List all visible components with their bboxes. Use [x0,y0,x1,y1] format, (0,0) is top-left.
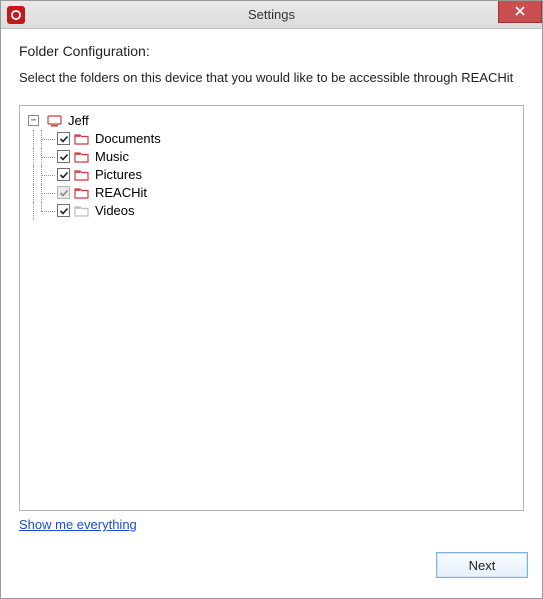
folder-icon [74,133,89,145]
tree-item-label: Music [95,149,129,164]
close-icon [515,6,525,16]
tree-item[interactable]: Pictures [24,166,519,184]
tree-connector [41,148,55,166]
folder-checkbox[interactable] [57,204,70,217]
tree-connector [28,166,39,184]
tree-connector [41,130,55,148]
folder-checkbox [57,186,70,199]
next-button[interactable]: Next [436,552,528,578]
tree-item[interactable]: Videos [24,202,519,220]
tree-item-label: Documents [95,131,161,146]
folder-icon [74,205,89,217]
computer-icon [47,115,62,127]
tree-connector [28,130,39,148]
tree-connector [41,184,55,202]
app-icon [7,6,25,24]
folder-checkbox[interactable] [57,150,70,163]
tree-connector [41,166,55,184]
folder-icon [74,151,89,163]
tree-connector [28,184,39,202]
tree-item-label: REACHit [95,185,147,200]
tree-connector [28,148,39,166]
expand-toggle[interactable]: − [28,115,39,126]
titlebar: Settings [1,1,542,29]
page-subtext: Select the folders on this device that y… [19,69,524,87]
window-title: Settings [1,7,542,22]
folder-icon [74,187,89,199]
page-heading: Folder Configuration: [19,43,524,59]
show-everything-link[interactable]: Show me everything [19,517,137,532]
footer: Next [1,542,542,598]
tree-connector [28,202,39,220]
tree-item[interactable]: Music [24,148,519,166]
folder-tree[interactable]: − Jeff Documents Music Pictures REACHit Vide… [19,105,524,511]
tree-item-label: Videos [95,203,135,218]
folder-checkbox[interactable] [57,168,70,181]
tree-item-label: Pictures [95,167,142,182]
tree-connector [41,202,55,220]
close-button[interactable] [498,1,542,23]
folder-icon [74,169,89,181]
folder-checkbox[interactable] [57,132,70,145]
tree-root-node[interactable]: − Jeff [24,112,519,130]
settings-window: Settings Folder Configuration: Select th… [0,0,543,599]
content-area: Folder Configuration: Select the folders… [1,29,542,542]
tree-item[interactable]: Documents [24,130,519,148]
link-row: Show me everything [19,517,524,532]
tree-item[interactable]: REACHit [24,184,519,202]
tree-root-label: Jeff [68,113,89,128]
